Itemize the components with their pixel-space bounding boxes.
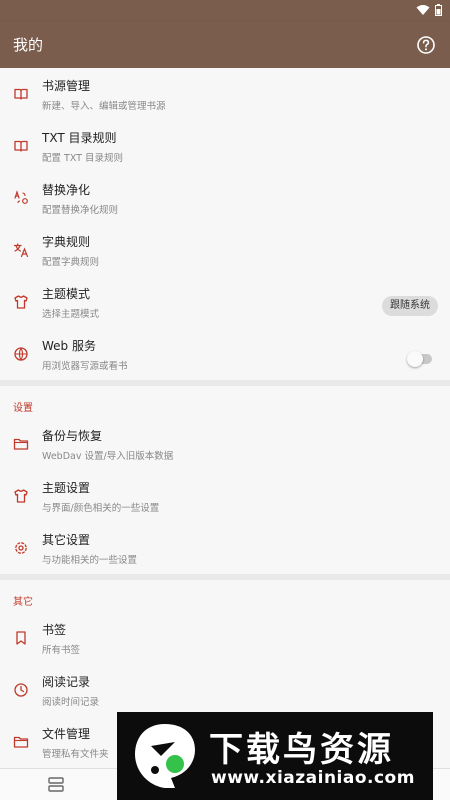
item-title: 主题模式 <box>42 287 91 301</box>
translate-icon <box>13 243 29 258</box>
section-header: 设置 <box>13 403 33 414</box>
item-subtitle: 用浏览器写源或看书 <box>42 361 128 372</box>
web-service-switch[interactable] <box>407 351 432 367</box>
item-title: 备份与恢复 <box>42 429 103 443</box>
theme-settings-item[interactable]: 主题设置 与界面/颜色相关的一些设置 <box>0 470 450 522</box>
item-title: 文件管理 <box>42 727 91 741</box>
status-bar <box>0 0 450 22</box>
battery-icon <box>435 4 442 16</box>
reading-record-item[interactable]: 阅读记录 阅读时间记录 <box>0 664 450 716</box>
bookmark-item[interactable]: 书签 所有书签 <box>0 612 450 664</box>
item-title: 书签 <box>42 623 67 637</box>
item-subtitle: 新建、导入、编辑或管理书源 <box>42 101 166 112</box>
item-subtitle: 所有书签 <box>42 645 81 656</box>
theme-mode-value[interactable]: 跟随系统 <box>382 296 438 316</box>
folder-icon <box>13 438 29 450</box>
item-subtitle: 选择主题模式 <box>42 309 100 320</box>
item-title: 阅读记录 <box>42 675 91 689</box>
item-subtitle: 与功能相关的一些设置 <box>42 555 138 566</box>
replace-icon <box>14 190 28 204</box>
item-title: Web 服务 <box>42 339 96 353</box>
main-group: 书源管理 新建、导入、编辑或管理书源 TXT 目录规则 配置 TXT 目录规则 … <box>0 68 450 380</box>
watermark: 下载鸟资源 www.xiazainiao.com <box>117 712 433 800</box>
other-settings-item[interactable]: 其它设置 与功能相关的一些设置 <box>0 522 450 574</box>
globe-icon <box>14 347 28 361</box>
wifi-icon <box>416 5 430 15</box>
item-subtitle: 阅读时间记录 <box>42 697 100 708</box>
item-subtitle: WebDav 设置/导入旧版本数据 <box>42 451 174 462</box>
item-subtitle: 配置字典规则 <box>42 257 100 268</box>
status-icons <box>416 4 442 16</box>
book-open-icon <box>14 140 28 152</box>
help-icon[interactable] <box>416 35 436 55</box>
dictionary-rule-item[interactable]: 字典规则 配置字典规则 <box>0 224 450 276</box>
bird-logo-icon <box>135 724 195 788</box>
bookshelf-nav-icon[interactable] <box>46 775 66 795</box>
item-title: TXT 目录规则 <box>42 131 117 145</box>
item-subtitle: 管理私有文件夹 <box>42 749 109 760</box>
item-title: 字典规则 <box>42 235 91 249</box>
replace-rule-item[interactable]: 替换净化 配置替换净化规则 <box>0 172 450 224</box>
shirt-icon <box>14 295 28 309</box>
item-title: 其它设置 <box>42 533 91 547</box>
switch-knob <box>407 351 423 367</box>
item-subtitle: 与界面/颜色相关的一些设置 <box>42 503 160 514</box>
txt-toc-rule-item[interactable]: TXT 目录规则 配置 TXT 目录规则 <box>0 120 450 172</box>
item-title: 替换净化 <box>42 183 91 197</box>
book-open-icon <box>14 88 28 100</box>
item-subtitle: 配置 TXT 目录规则 <box>42 153 123 164</box>
page-title: 我的 <box>13 36 44 54</box>
theme-mode-item[interactable]: 主题模式 选择主题模式 跟随系统 <box>0 276 450 328</box>
settings-section: 设置 备份与恢复 WebDav 设置/导入旧版本数据 主题设置 与界面/颜色相关… <box>0 386 450 574</box>
folder-icon <box>13 736 29 748</box>
backup-restore-item[interactable]: 备份与恢复 WebDav 设置/导入旧版本数据 <box>0 418 450 470</box>
section-header: 其它 <box>13 597 33 608</box>
clock-icon <box>14 683 28 697</box>
watermark-title: 下载鸟资源 <box>209 730 394 770</box>
watermark-url: www.xiazainiao.com <box>211 768 415 788</box>
book-source-item[interactable]: 书源管理 新建、导入、编辑或管理书源 <box>0 68 450 120</box>
bookmark-icon <box>16 631 26 645</box>
gear-icon <box>15 542 27 554</box>
web-service-item[interactable]: Web 服务 用浏览器写源或看书 <box>0 328 450 380</box>
shirt-icon <box>14 489 28 503</box>
settings-list: 书源管理 新建、导入、编辑或管理书源 TXT 目录规则 配置 TXT 目录规则 … <box>0 68 450 768</box>
item-title: 书源管理 <box>42 79 91 93</box>
item-title: 主题设置 <box>42 481 91 495</box>
item-subtitle: 配置替换净化规则 <box>42 205 119 216</box>
app-bar: 我的 <box>0 22 450 68</box>
